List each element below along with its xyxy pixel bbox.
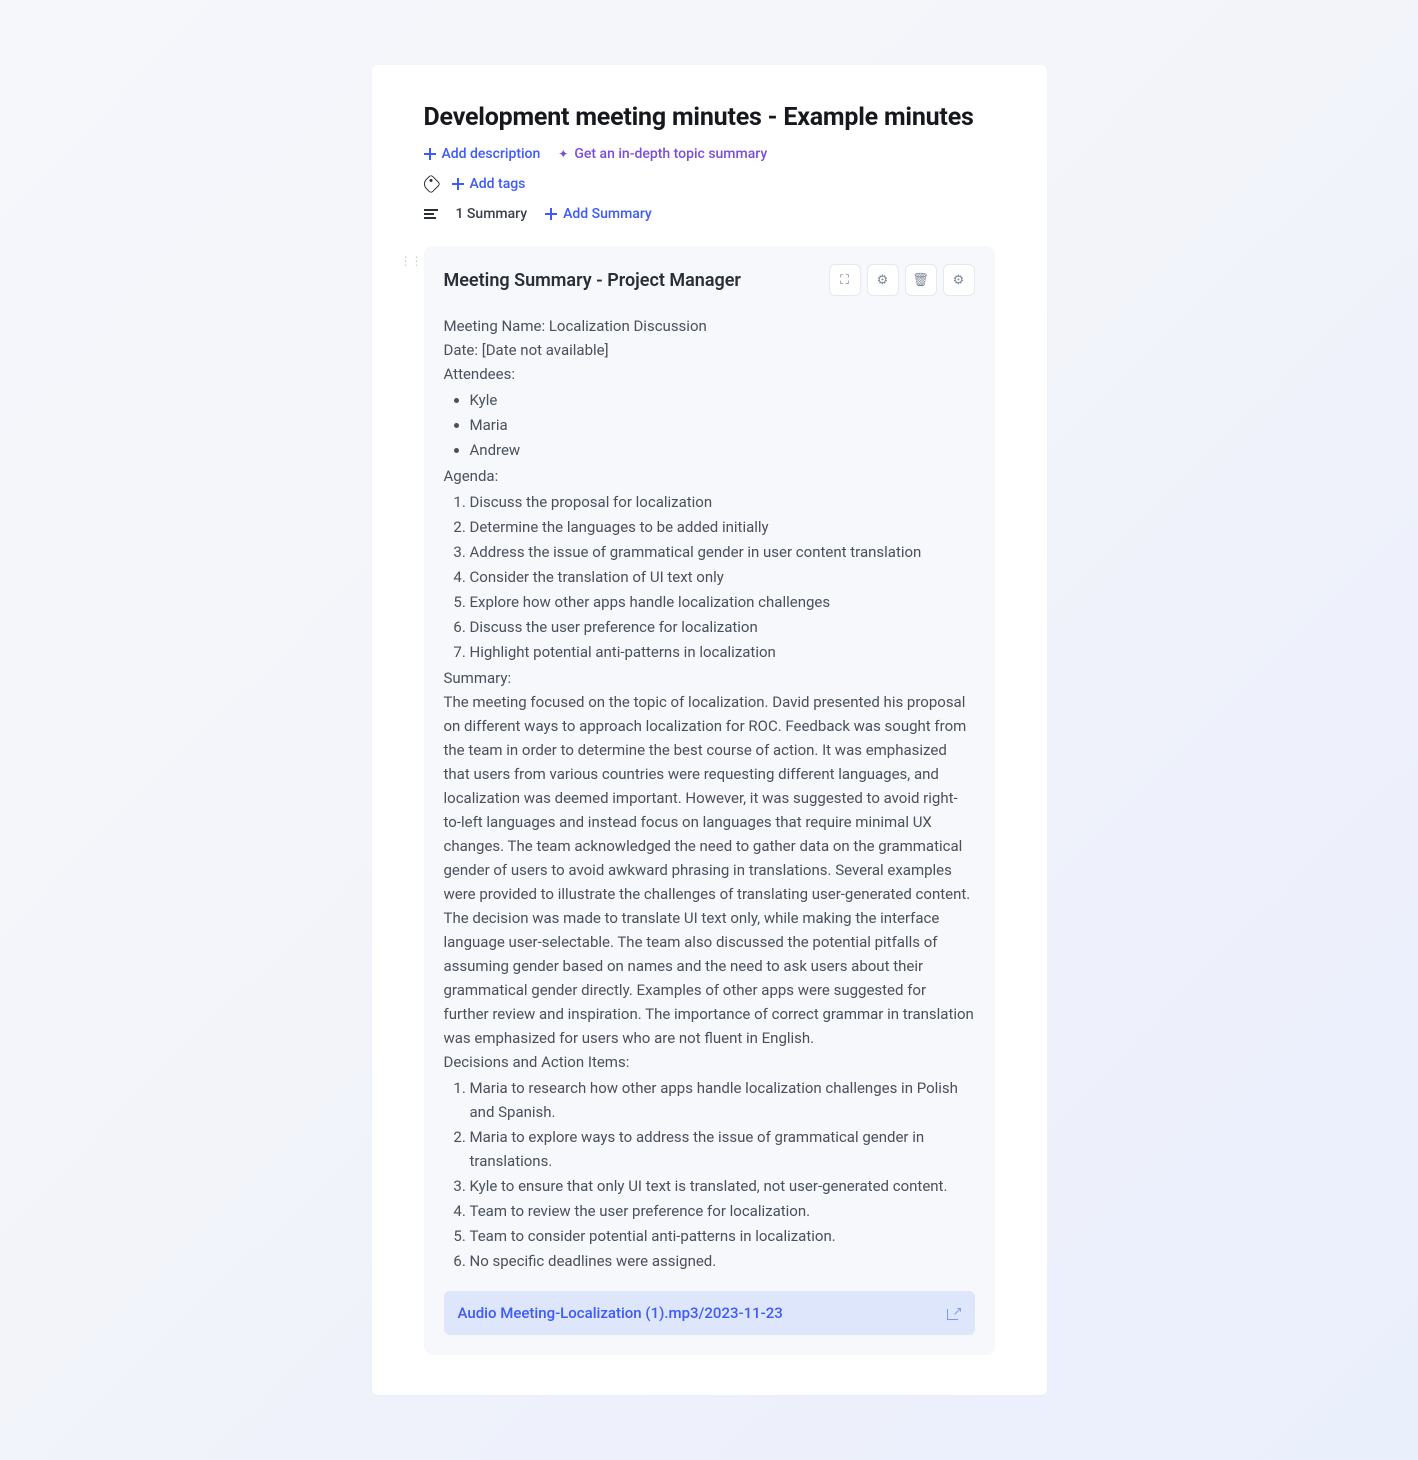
attachment-label: Audio Meeting-Localization (1).mp3/2023-…	[458, 1301, 783, 1325]
list-item: Explore how other apps handle localizati…	[470, 590, 975, 614]
summary-count: 1 Summary	[456, 206, 528, 222]
add-description-button[interactable]: Add description	[424, 146, 541, 162]
list-item: Maria to explore ways to address the iss…	[470, 1125, 975, 1173]
summary-meta-row: 1 Summary Add Summary	[424, 206, 995, 222]
meeting-name-value: Localization Discussion	[549, 317, 707, 335]
summary-actions: ⛶ ⚙ 🗑 ⚙	[829, 264, 975, 296]
header-actions: Add description Get an in-depth topic su…	[424, 146, 995, 162]
tag-icon	[421, 174, 441, 194]
expand-icon: ⛶	[840, 273, 849, 288]
decisions-list: Maria to research how other apps handle …	[444, 1076, 975, 1273]
external-link-icon	[947, 1306, 961, 1320]
date-value: [Date not available]	[482, 341, 609, 359]
plus-icon	[452, 178, 464, 190]
date-line: Date: [Date not available]	[444, 338, 975, 362]
meeting-name-label: Meeting Name:	[444, 317, 549, 335]
page-title: Development meeting minutes - Example mi…	[424, 103, 995, 132]
add-description-label: Add description	[442, 146, 541, 162]
summary-text: The meeting focused on the topic of loca…	[444, 690, 975, 1050]
list-item: Team to consider potential anti-patterns…	[470, 1224, 975, 1248]
summary-label: Summary:	[444, 666, 975, 690]
tags-row: Add tags	[424, 176, 995, 192]
add-summary-label: Add Summary	[563, 206, 652, 222]
attendees-label: Attendees:	[444, 362, 975, 386]
drag-handle-icon[interactable]: ⋮⋮	[400, 258, 412, 274]
summary-body: Meeting Name: Localization Discussion Da…	[444, 314, 975, 1335]
summary-block-wrap: ⋮⋮ Meeting Summary - Project Manager ⛶ ⚙…	[400, 246, 995, 1355]
list-item: Address the issue of grammatical gender …	[470, 540, 975, 564]
expand-button[interactable]: ⛶	[829, 264, 861, 296]
trash-icon: 🗑	[912, 273, 929, 288]
list-item: Kyle	[470, 388, 975, 412]
agenda-label: Agenda:	[444, 464, 975, 488]
add-summary-button[interactable]: Add Summary	[545, 206, 652, 222]
list-item: Team to review the user preference for l…	[470, 1199, 975, 1223]
date-label: Date:	[444, 341, 482, 359]
agenda-list: Discuss the proposal for localizationDet…	[444, 490, 975, 664]
plus-icon	[424, 148, 436, 160]
list-item: Andrew	[470, 438, 975, 462]
list-item: Kyle to ensure that only UI text is tran…	[470, 1174, 975, 1198]
add-tags-button[interactable]: Add tags	[452, 176, 526, 192]
list-item: Maria	[470, 413, 975, 437]
gear-icon: ⚙	[953, 273, 965, 288]
list-item: Consider the translation of UI text only	[470, 565, 975, 589]
sparkle-icon	[558, 146, 568, 162]
add-tags-label: Add tags	[470, 176, 526, 192]
summary-title: Meeting Summary - Project Manager	[444, 270, 741, 291]
list-item: Discuss the user preference for localiza…	[470, 615, 975, 639]
plus-icon	[545, 208, 557, 220]
document-card: Development meeting minutes - Example mi…	[372, 65, 1047, 1395]
attachment-link[interactable]: Audio Meeting-Localization (1).mp3/2023-…	[444, 1291, 975, 1335]
gear-icon: ⚙	[877, 273, 889, 288]
list-item: Highlight potential anti-patterns in loc…	[470, 640, 975, 664]
meeting-name-line: Meeting Name: Localization Discussion	[444, 314, 975, 338]
delete-button[interactable]: 🗑	[905, 264, 937, 296]
attendees-list: KyleMariaAndrew	[444, 388, 975, 462]
summary-block: Meeting Summary - Project Manager ⛶ ⚙ 🗑 …	[424, 246, 995, 1355]
summary-lines-icon	[424, 209, 438, 219]
ai-summary-button[interactable]: Get an in-depth topic summary	[558, 146, 767, 162]
list-item: Maria to research how other apps handle …	[470, 1076, 975, 1124]
list-item: Determine the languages to be added init…	[470, 515, 975, 539]
ai-summary-label: Get an in-depth topic summary	[574, 146, 767, 162]
decisions-label: Decisions and Action Items:	[444, 1050, 975, 1074]
more-settings-button[interactable]: ⚙	[943, 264, 975, 296]
settings-button[interactable]: ⚙	[867, 264, 899, 296]
summary-header: Meeting Summary - Project Manager ⛶ ⚙ 🗑 …	[444, 264, 975, 296]
list-item: No specific deadlines were assigned.	[470, 1249, 975, 1273]
list-item: Discuss the proposal for localization	[470, 490, 975, 514]
